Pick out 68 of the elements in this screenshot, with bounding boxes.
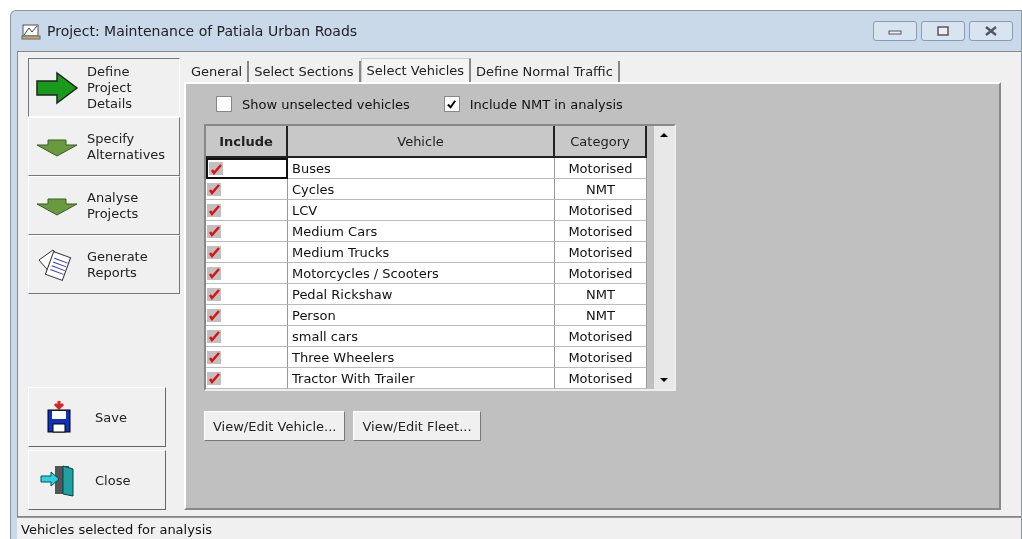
table-cell: Motorcycles / Scooters [288, 263, 555, 284]
checkbox[interactable] [443, 96, 460, 112]
tab[interactable]: Select Vehicles [360, 58, 472, 82]
checkbox[interactable] [207, 245, 221, 259]
table-cell: Cycles [288, 179, 555, 200]
checkbox[interactable] [207, 350, 221, 364]
check-icon [208, 204, 220, 216]
check-icon [446, 98, 458, 110]
table-cell: Motorised [555, 263, 647, 284]
action-button[interactable]: Save [28, 387, 166, 447]
checkbox[interactable] [207, 329, 221, 343]
project-icon [21, 22, 41, 40]
checkbox[interactable] [207, 203, 221, 217]
checkbox-label: Include NMT in analysis [469, 96, 623, 112]
checkbox[interactable] [207, 371, 221, 385]
table-cell: Motorised [555, 368, 647, 389]
table-cell: LCV [288, 200, 555, 221]
nav-button[interactable]: Generate Reports [28, 235, 180, 294]
arrow-right-icon [35, 70, 79, 105]
check-icon [208, 288, 220, 300]
table-cell: Motorised [555, 242, 647, 263]
checkbox[interactable] [207, 182, 221, 196]
check-icon [208, 225, 220, 237]
check-icon [208, 246, 220, 258]
table-cell: NMT [555, 284, 647, 305]
table-cell: Medium Trucks [288, 242, 555, 263]
checkbox[interactable] [207, 287, 221, 301]
nav-button[interactable]: Define Project Details [28, 58, 180, 117]
table-cell: Motorised [555, 221, 647, 242]
scrollbar[interactable] [654, 126, 674, 389]
status-text: Vehicles selected for analysis [21, 521, 213, 537]
action-button[interactable]: Close [28, 450, 166, 510]
table-cell: Motorised [555, 158, 647, 179]
table-cell: Three Wheelers [288, 347, 555, 368]
maximize-button[interactable] [921, 21, 965, 41]
check-icon [208, 330, 220, 342]
check-icon [208, 372, 220, 384]
table-cell: Person [288, 305, 555, 326]
column-header: Category [555, 126, 647, 158]
column-header: Vehicle [288, 126, 555, 158]
table-cell: Buses [288, 158, 555, 179]
table-cell: Medium Cars [288, 221, 555, 242]
table-cell: Motorised [555, 326, 647, 347]
nav-button[interactable]: Specify Alternatives [28, 117, 180, 176]
check-icon [208, 351, 220, 363]
checkbox[interactable] [207, 266, 221, 280]
nav-button[interactable]: Analyse Projects [28, 176, 180, 235]
edit-button[interactable]: View/Edit Fleet... [353, 411, 481, 441]
table-cell: NMT [555, 179, 647, 200]
edit-button[interactable]: View/Edit Vehicle... [204, 411, 346, 441]
table-cell: Pedal Rickshaw [288, 284, 555, 305]
column-header: Include [206, 126, 288, 158]
close-button[interactable] [969, 21, 1013, 41]
checkbox[interactable] [207, 308, 221, 322]
table-cell: Motorised [555, 200, 647, 221]
check-icon [208, 309, 220, 321]
checkbox[interactable] [209, 162, 223, 175]
checkbox[interactable] [216, 96, 232, 112]
check-icon [208, 267, 220, 279]
table-cell: small cars [288, 326, 555, 347]
table-cell: Tractor With Trailer [288, 368, 555, 389]
checkbox-label: Show unselected vehicles [242, 96, 410, 112]
window-title: Project: Maintenance of Patiala Urban Roads [47, 23, 359, 39]
table-cell: NMT [555, 305, 647, 326]
table-cell: Motorised [555, 347, 647, 368]
checkbox[interactable] [207, 224, 221, 238]
check-icon [208, 183, 220, 195]
check-icon [210, 162, 222, 175]
